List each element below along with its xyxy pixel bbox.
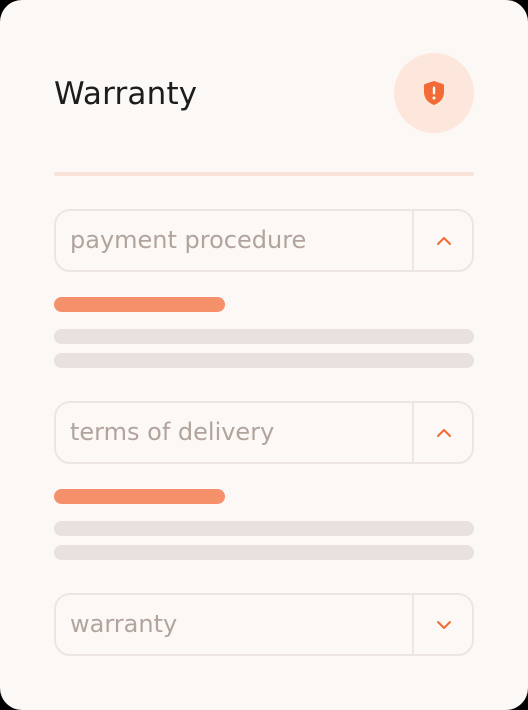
warranty-card: Warranty payment procedure terms of deli… <box>0 0 528 710</box>
accordion-terms-of-delivery[interactable]: terms of delivery <box>54 401 474 464</box>
shield-alert-icon <box>424 81 444 105</box>
accordion-toggle-button[interactable] <box>414 403 474 462</box>
accordion-label: warranty <box>70 610 178 638</box>
chevron-up-icon <box>437 428 451 437</box>
accordion-toggle-button[interactable] <box>414 595 474 654</box>
header-divider <box>54 172 474 176</box>
accordion-payment-procedure[interactable]: payment procedure <box>54 209 474 272</box>
chevron-down-icon <box>437 620 451 629</box>
content-placeholder-line <box>54 521 474 536</box>
accordion-label: terms of delivery <box>70 418 275 446</box>
accordion-toggle-button[interactable] <box>414 211 474 270</box>
content-placeholder-line <box>54 545 474 560</box>
content-placeholder-line <box>54 329 474 344</box>
chevron-up-icon <box>437 236 451 245</box>
shield-badge <box>394 53 474 133</box>
content-placeholder-line <box>54 353 474 368</box>
accordion-label: payment procedure <box>70 226 307 254</box>
content-placeholder-heading <box>54 297 225 312</box>
card-title: Warranty <box>54 76 198 112</box>
content-placeholder-heading <box>54 489 225 504</box>
accordion-warranty[interactable]: warranty <box>54 593 474 656</box>
